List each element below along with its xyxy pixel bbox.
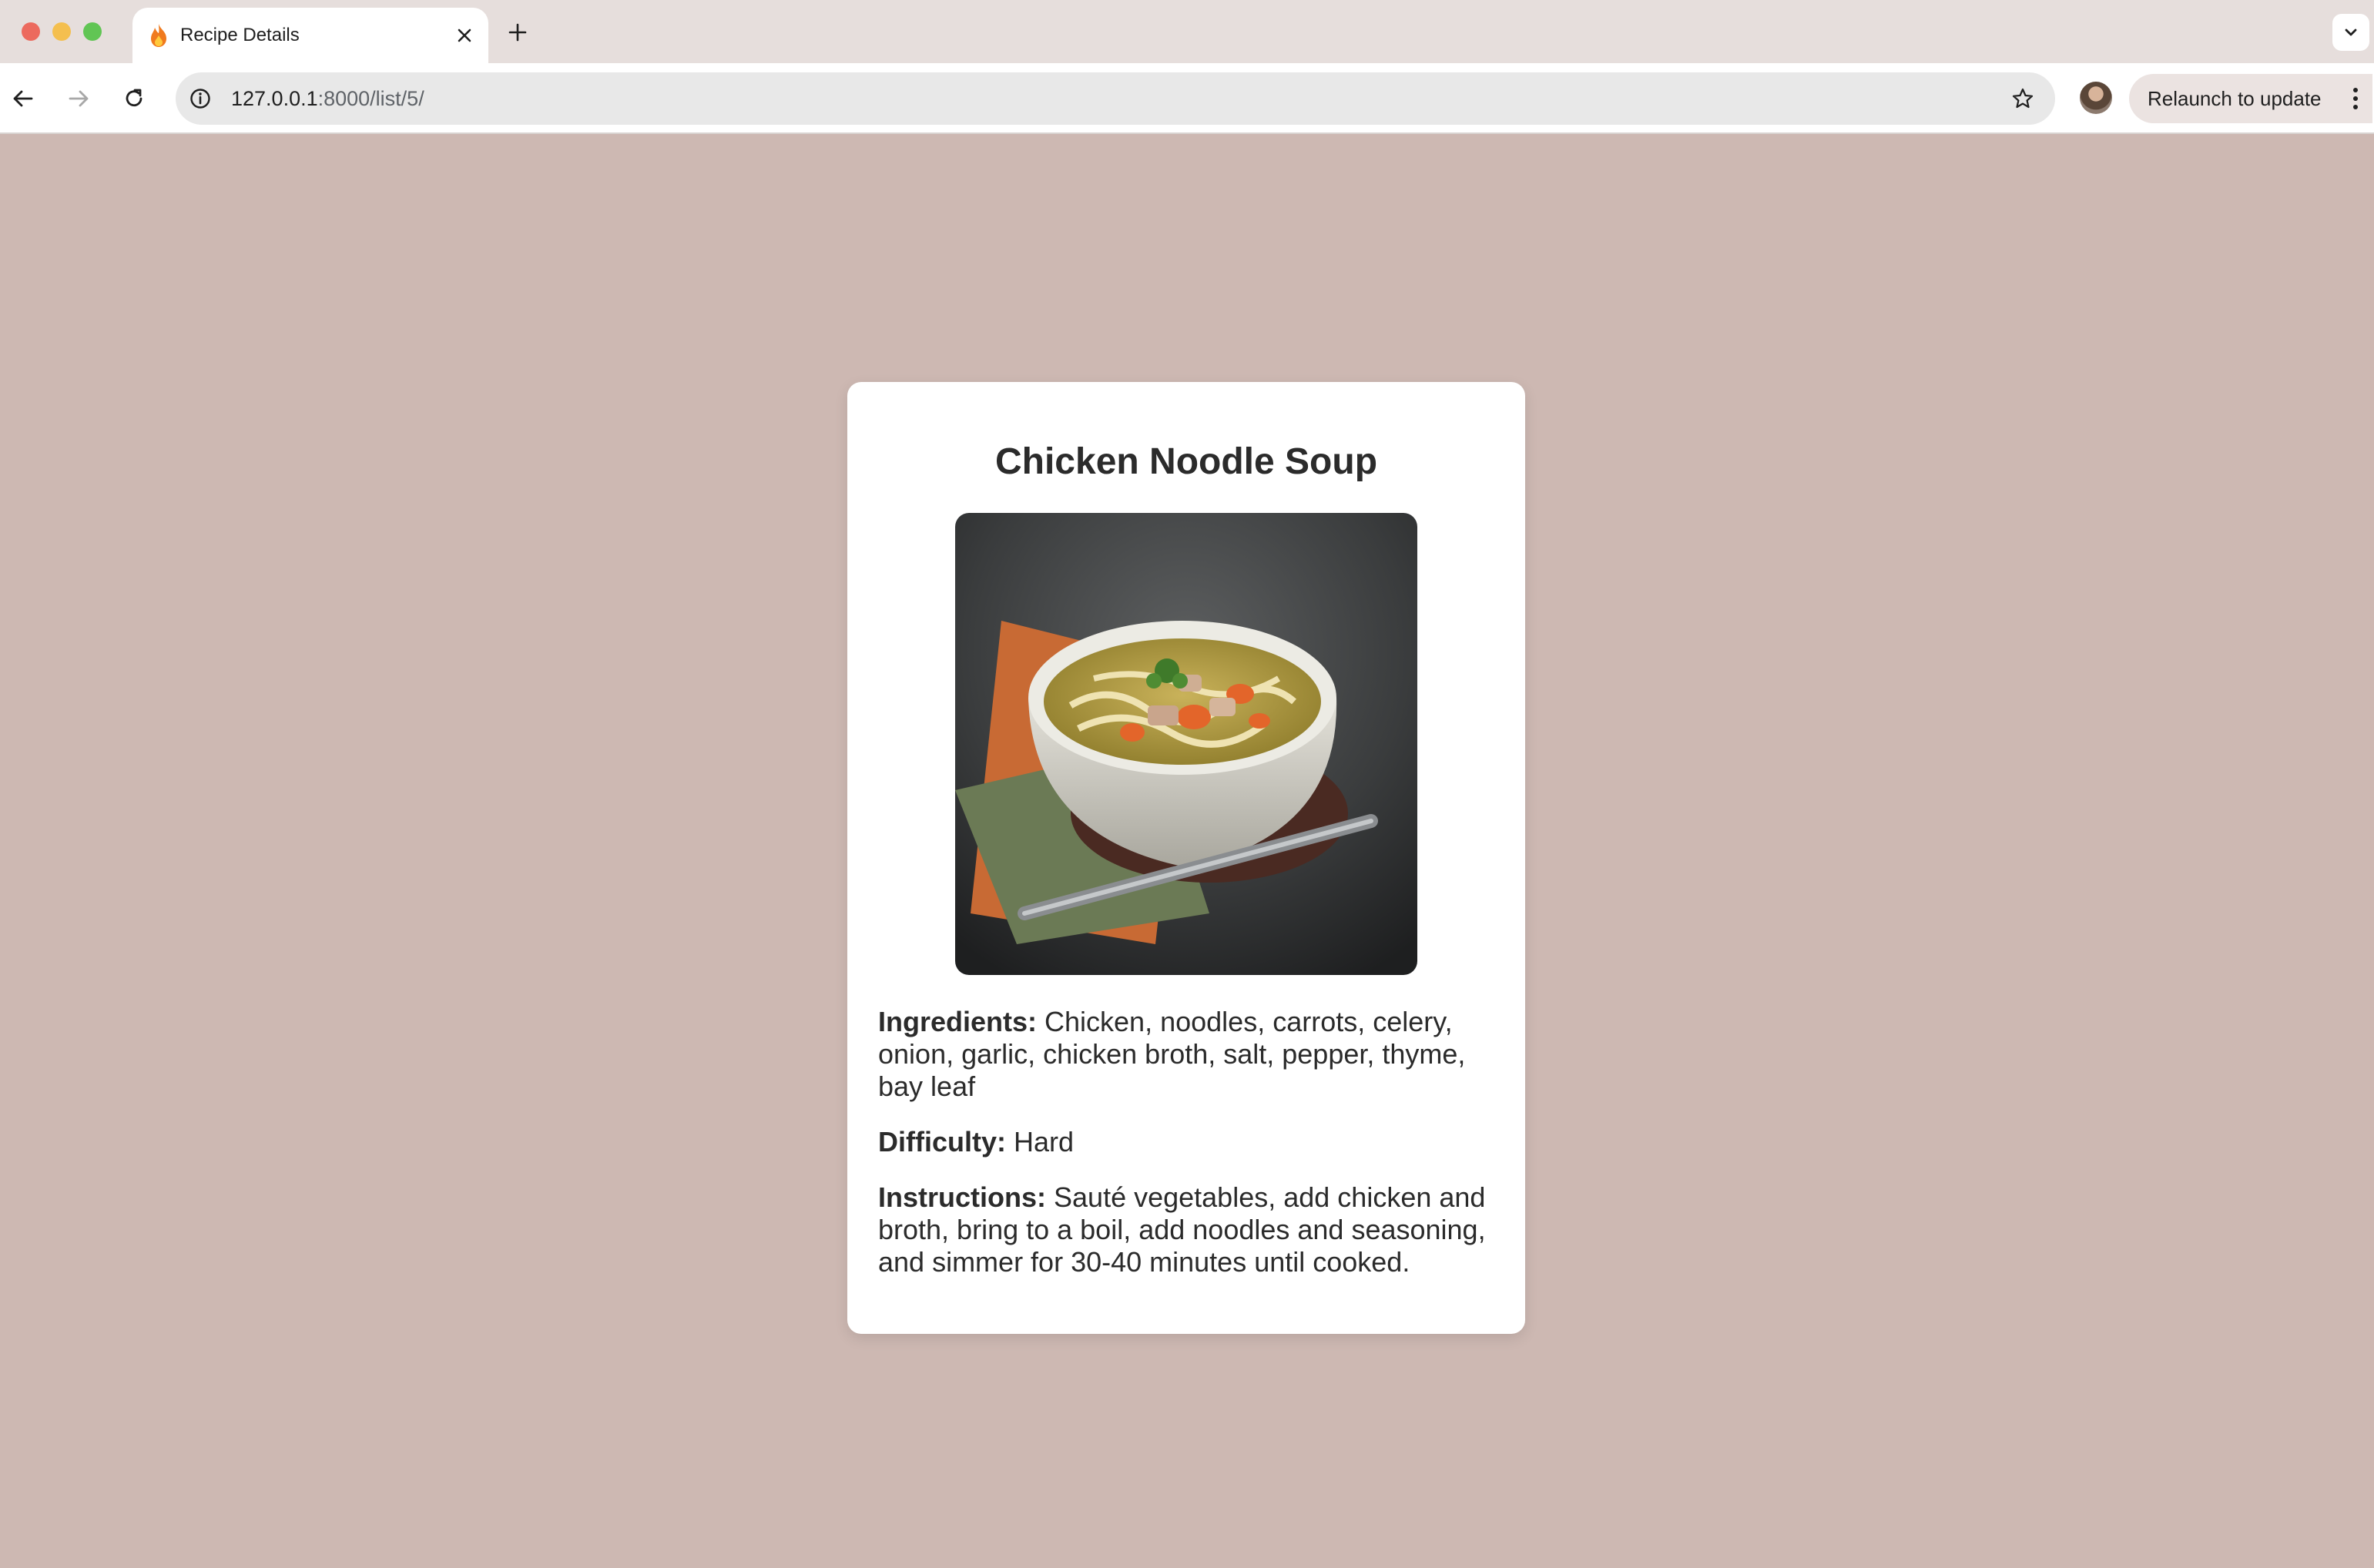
profile-avatar[interactable]: [2080, 82, 2112, 114]
tab-strip: Recipe Details: [0, 0, 2374, 63]
instructions-label: Instructions:: [878, 1181, 1047, 1213]
recipe-image: [955, 513, 1417, 975]
tab-recipe-details[interactable]: Recipe Details: [132, 8, 488, 63]
minimize-window-button[interactable]: [52, 22, 71, 41]
recipe-card: Chicken Noodle Soup Ingredients: Chicken…: [847, 382, 1525, 1334]
url-path: :8000/list/5/: [317, 87, 424, 110]
forward-arrow-icon[interactable]: [62, 82, 96, 116]
browser-chrome: Recipe Details 127.0.0.1:8000/list/5/ Re…: [0, 0, 2374, 134]
back-arrow-icon[interactable]: [6, 82, 40, 116]
difficulty-text: Difficulty: Hard: [878, 1126, 1494, 1158]
address-bar[interactable]: 127.0.0.1:8000/list/5/: [176, 72, 2055, 125]
ingredients-text: Ingredients: Chicken, noodles, carrots, …: [878, 1006, 1494, 1103]
info-icon[interactable]: [183, 82, 217, 116]
url-text[interactable]: 127.0.0.1:8000/list/5/: [231, 85, 424, 112]
tab-title: Recipe Details: [180, 25, 300, 45]
instructions-text: Instructions: Sauté vegetables, add chic…: [878, 1181, 1494, 1278]
difficulty-label: Difficulty:: [878, 1126, 1006, 1158]
reload-icon[interactable]: [117, 82, 151, 116]
fire-icon: [145, 22, 173, 49]
relaunch-label: Relaunch to update: [2148, 87, 2322, 110]
maximize-window-button[interactable]: [83, 22, 102, 41]
difficulty-value: Hard: [1006, 1126, 1075, 1158]
url-host: 127.0.0.1: [231, 87, 318, 110]
close-icon[interactable]: [451, 22, 478, 49]
more-menu-icon[interactable]: [2345, 82, 2366, 116]
ingredients-label: Ingredients:: [878, 1006, 1038, 1037]
new-tab-plus-icon[interactable]: [502, 17, 533, 48]
close-window-button[interactable]: [22, 22, 40, 41]
relaunch-button[interactable]: Relaunch to update: [2129, 74, 2372, 123]
chevron-down-icon[interactable]: [2332, 14, 2369, 51]
toolbar: 127.0.0.1:8000/list/5/ Relaunch to updat…: [0, 63, 2374, 134]
recipe-title: Chicken Noodle Soup: [994, 441, 1378, 482]
bookmark-star-icon[interactable]: [2006, 82, 2040, 116]
